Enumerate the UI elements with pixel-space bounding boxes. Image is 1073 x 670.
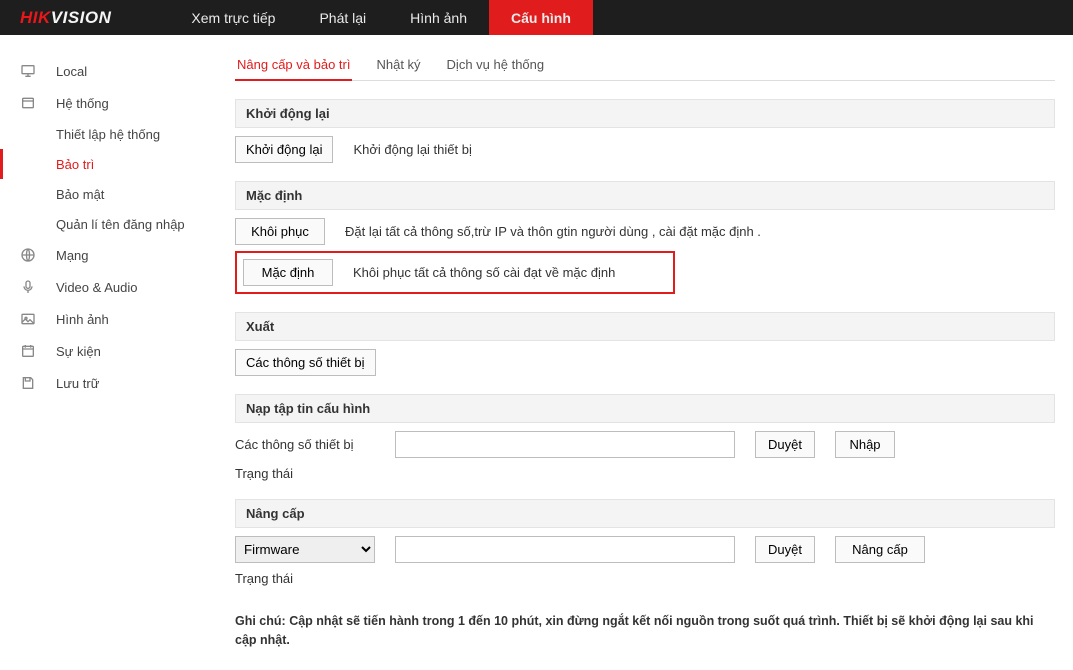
- export-row: Các thông số thiết bị: [235, 349, 1055, 376]
- sidebar: Local Hệ thống Thiết lập hệ thống Bảo tr…: [0, 35, 207, 670]
- restore-row: Khôi phục Đặt lại tất cả thông số,trừ IP…: [235, 218, 1055, 245]
- sidebar-item-label: Bảo mật: [56, 187, 104, 202]
- upgrade-note: Ghi chú: Cập nhật sẽ tiến hành trong 1 đ…: [235, 612, 1055, 650]
- sidebar-item-label: Sự kiện: [56, 344, 101, 359]
- calendar-icon: [20, 343, 40, 359]
- reboot-desc: Khởi động lại thiết bị: [353, 142, 471, 157]
- sidebar-item-label: Quản lí tên đăng nhập: [56, 217, 185, 232]
- content-area: Nâng cấp và bảo trì Nhật ký Dịch vụ hệ t…: [207, 35, 1073, 670]
- export-params-button[interactable]: Các thông số thiết bị: [235, 349, 376, 376]
- factory-default-button[interactable]: Mặc định: [243, 259, 333, 286]
- import-status-label: Trạng thái: [235, 466, 1055, 481]
- import-file-input[interactable]: [395, 431, 735, 458]
- sidebar-item-label: Video & Audio: [56, 280, 137, 295]
- sidebar-item-label: Lưu trữ: [56, 376, 99, 391]
- default-desc: Khôi phục tất cả thông số cài đạt về mặc…: [353, 265, 615, 280]
- topnav-tabs: Xem trực tiếp Phát lại Hình ảnh Cấu hình: [169, 0, 592, 35]
- brand-hik: HIK: [20, 8, 51, 28]
- restore-desc: Đặt lại tất cả thông số,trừ IP và thôn g…: [345, 224, 761, 239]
- upgrade-status-label: Trạng thái: [235, 571, 1055, 586]
- sidebar-item-storage[interactable]: Lưu trữ: [0, 367, 207, 399]
- image-icon: [20, 311, 40, 327]
- default-row: Mặc định Khôi phục tất cả thông số cài đ…: [243, 259, 665, 286]
- sidebar-item-local[interactable]: Local: [0, 55, 207, 87]
- upgrade-type-select[interactable]: Firmware: [235, 536, 375, 563]
- reboot-button[interactable]: Khởi động lại: [235, 136, 333, 163]
- upgrade-browse-button[interactable]: Duyệt: [755, 536, 815, 563]
- tab-configuration[interactable]: Cấu hình: [489, 0, 593, 35]
- section-export-header: Xuất: [235, 312, 1055, 341]
- sidebar-item-label: Hình ảnh: [56, 312, 109, 327]
- import-label: Các thông số thiết bị: [235, 437, 375, 452]
- sidebar-item-label: Thiết lập hệ thống: [56, 127, 160, 142]
- sidebar-item-system-settings[interactable]: Thiết lập hệ thống: [0, 119, 207, 149]
- brand-vision: VISION: [51, 8, 112, 28]
- note-prefix: Ghi chú:: [235, 614, 286, 628]
- section-upgrade-header: Nâng cấp: [235, 499, 1055, 528]
- storage-icon: [20, 375, 40, 391]
- globe-icon: [20, 247, 40, 263]
- upgrade-row: Firmware Duyệt Nâng cấp: [235, 536, 1055, 563]
- brand-logo: HIK VISION: [0, 8, 129, 28]
- monitor-icon: [20, 63, 40, 79]
- sidebar-item-video-audio[interactable]: Video & Audio: [0, 271, 207, 303]
- upgrade-button[interactable]: Nâng cấp: [835, 536, 925, 563]
- import-row: Các thông số thiết bị Duyệt Nhập: [235, 431, 1055, 458]
- subtab-bar: Nâng cấp và bảo trì Nhật ký Dịch vụ hệ t…: [235, 49, 1055, 81]
- tab-live-view[interactable]: Xem trực tiếp: [169, 0, 297, 35]
- sidebar-item-label: Local: [56, 64, 87, 79]
- note-body: Cập nhật sẽ tiến hành trong 1 đến 10 phú…: [235, 614, 1034, 647]
- workspace: Local Hệ thống Thiết lập hệ thống Bảo tr…: [0, 35, 1073, 670]
- sidebar-item-label: Mạng: [56, 248, 89, 263]
- sidebar-item-system[interactable]: Hệ thống: [0, 87, 207, 119]
- section-import-header: Nạp tập tin cấu hình: [235, 394, 1055, 423]
- sidebar-item-event[interactable]: Sự kiện: [0, 335, 207, 367]
- sidebar-item-maintenance[interactable]: Bảo trì: [0, 149, 207, 179]
- sidebar-item-user-management[interactable]: Quản lí tên đăng nhập: [0, 209, 207, 239]
- subtab-log[interactable]: Nhật ký: [374, 57, 422, 80]
- mic-icon: [20, 279, 40, 295]
- subtab-upgrade-maintenance[interactable]: Nâng cấp và bảo trì: [235, 57, 352, 80]
- import-browse-button[interactable]: Duyệt: [755, 431, 815, 458]
- tab-playback[interactable]: Phát lại: [297, 0, 388, 35]
- upgrade-file-input[interactable]: [395, 536, 735, 563]
- sidebar-item-label: Hệ thống: [56, 96, 109, 111]
- subtab-system-service[interactable]: Dịch vụ hệ thống: [445, 57, 547, 80]
- section-default-header: Mặc định: [235, 181, 1055, 210]
- reboot-row: Khởi động lại Khởi động lại thiết bị: [235, 136, 1055, 163]
- sidebar-item-security[interactable]: Bảo mật: [0, 179, 207, 209]
- sidebar-item-image[interactable]: Hình ảnh: [0, 303, 207, 335]
- restore-button[interactable]: Khôi phục: [235, 218, 325, 245]
- default-highlight: Mặc định Khôi phục tất cả thông số cài đ…: [235, 251, 675, 294]
- import-button[interactable]: Nhập: [835, 431, 895, 458]
- sidebar-item-network[interactable]: Mạng: [0, 239, 207, 271]
- section-reboot-header: Khởi động lại: [235, 99, 1055, 128]
- device-icon: [20, 95, 40, 111]
- sidebar-item-label: Bảo trì: [56, 157, 94, 172]
- top-nav: HIK VISION Xem trực tiếp Phát lại Hình ả…: [0, 0, 1073, 35]
- tab-picture[interactable]: Hình ảnh: [388, 0, 489, 35]
